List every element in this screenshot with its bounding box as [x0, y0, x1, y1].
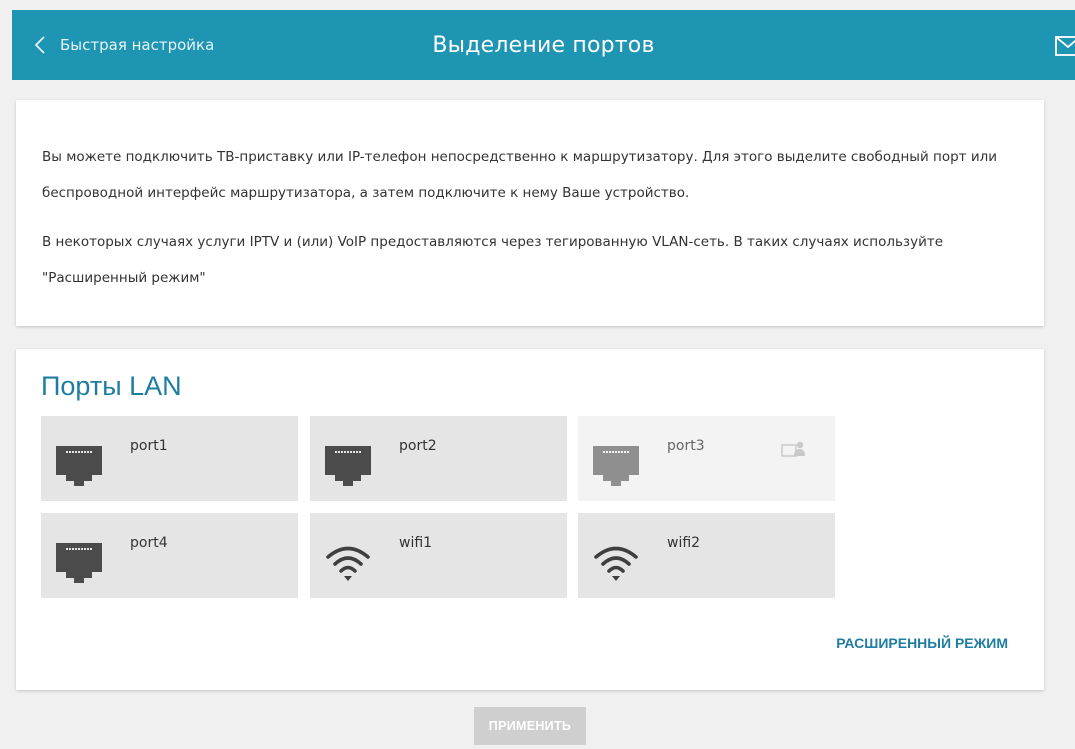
- page-title: Выделение портов: [432, 32, 655, 58]
- port-tile-wifi1[interactable]: wifi1: [310, 513, 567, 598]
- intro-paragraph-1: Вы можете подключить ТВ-приставку или IP…: [42, 149, 998, 201]
- port-tile-port1[interactable]: port1: [41, 416, 298, 501]
- port-tile-port4[interactable]: port4: [41, 513, 298, 598]
- port-tile-port3[interactable]: port3: [578, 416, 835, 501]
- port-label: port2: [399, 438, 437, 454]
- ethernet-port-icon: [593, 446, 639, 486]
- intro-paragraph-2: В некоторых случаях услуги IPTV и (или) …: [42, 234, 944, 286]
- port-label: port4: [130, 535, 168, 551]
- port-tile-port2[interactable]: port2: [310, 416, 567, 501]
- wifi-icon: [594, 546, 638, 581]
- mail-icon[interactable]: [1055, 36, 1075, 56]
- section-title: Порты LAN: [41, 371, 182, 401]
- ethernet-port-icon: [325, 446, 371, 486]
- ethernet-port-icon: [56, 543, 102, 583]
- top-bar: Быстрая настройка Выделение портов: [12, 10, 1075, 80]
- assigned-device-icon: [781, 441, 805, 457]
- port-tile-wifi2[interactable]: wifi2: [578, 513, 835, 598]
- port-label: wifi2: [667, 535, 701, 551]
- ethernet-port-icon: [56, 446, 102, 486]
- apply-button[interactable]: ПРИМЕНИТЬ: [474, 707, 586, 745]
- intro-card: Вы можете подключить ТВ-приставку или IP…: [16, 100, 1044, 326]
- port-label: port1: [130, 438, 168, 454]
- lan-ports-card: Порты LAN port1 port2 port3 port4 wifi1 …: [16, 349, 1044, 690]
- advanced-mode-link[interactable]: РАСШИРЕННЫЙ РЕЖИМ: [836, 635, 1008, 651]
- port-label: wifi1: [399, 535, 433, 551]
- wifi-icon: [326, 546, 370, 581]
- port-label: port3: [667, 438, 705, 454]
